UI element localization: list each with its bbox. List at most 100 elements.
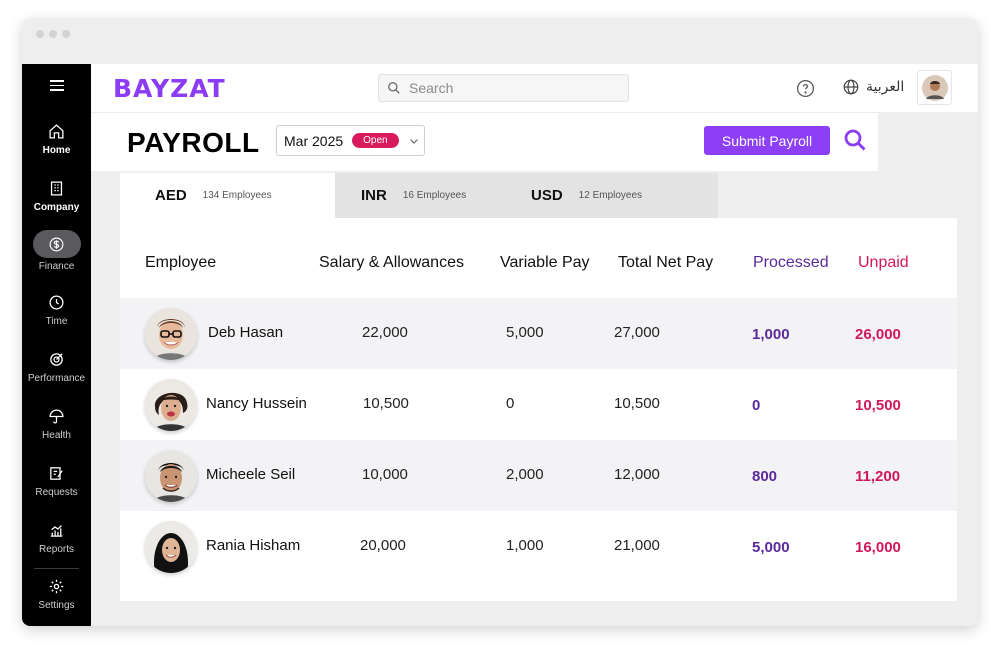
sidebar-item-settings[interactable]: Settings bbox=[22, 576, 91, 611]
gear-icon bbox=[47, 576, 67, 596]
column-header-total: Total Net Pay bbox=[618, 254, 714, 271]
period-value: Mar 2025 bbox=[284, 132, 344, 149]
globe-icon bbox=[843, 79, 859, 95]
sidebar-item-company[interactable]: Company bbox=[22, 178, 91, 213]
sidebar-item-label: Company bbox=[33, 202, 80, 213]
unpaid-value: 16,000 bbox=[855, 539, 901, 556]
tab-count: 16 Employees bbox=[402, 190, 467, 201]
app-window: Home Company Finance Time Performance He… bbox=[22, 18, 978, 626]
column-header-salary: Salary & Allowances bbox=[319, 254, 464, 271]
tab-currency: AED bbox=[155, 187, 187, 204]
language-switch[interactable]: العربية bbox=[842, 78, 904, 96]
sidebar-item-label: Requests bbox=[35, 487, 78, 498]
total-value: 12,000 bbox=[614, 466, 660, 483]
processed-value: 1,000 bbox=[752, 326, 790, 343]
umbrella-icon bbox=[47, 406, 67, 426]
tab-inr[interactable]: INR 16 Employees bbox=[326, 173, 516, 218]
user-avatar[interactable] bbox=[917, 70, 952, 105]
sidebar-item-performance[interactable]: Performance bbox=[22, 349, 91, 384]
column-header-variable: Variable Pay bbox=[500, 254, 590, 271]
tab-usd[interactable]: USD 12 Employees bbox=[496, 173, 716, 218]
salary-value: 10,000 bbox=[362, 466, 408, 483]
sidebar-item-finance[interactable]: Finance bbox=[22, 230, 91, 272]
top-bar: BAYZAT العربية bbox=[91, 64, 978, 113]
sidebar-item-time[interactable]: Time bbox=[22, 292, 91, 327]
tab-currency: INR bbox=[361, 187, 387, 204]
unpaid-value: 26,000 bbox=[855, 326, 901, 343]
variable-value: 1,000 bbox=[506, 537, 544, 554]
table-row[interactable]: Nancy Hussein 10,500 0 10,500 0 10,500 bbox=[120, 369, 957, 440]
chevron-down-icon bbox=[409, 138, 418, 144]
status-badge: Open bbox=[352, 133, 399, 148]
table-row[interactable]: Deb Hasan 22,000 5,000 27,000 1,000 26,0… bbox=[120, 298, 957, 369]
sidebar-divider bbox=[34, 568, 79, 569]
target-icon bbox=[47, 349, 67, 369]
window-controls bbox=[36, 30, 70, 38]
help-icon[interactable] bbox=[796, 79, 815, 103]
processed-value: 800 bbox=[752, 468, 778, 485]
salary-value: 10,500 bbox=[363, 395, 409, 412]
column-header-processed: Processed bbox=[753, 254, 829, 271]
clock-icon bbox=[47, 292, 67, 312]
total-value: 10,500 bbox=[614, 395, 660, 412]
home-icon bbox=[47, 121, 67, 141]
dollar-icon bbox=[32, 230, 81, 258]
hamburger-menu-icon[interactable] bbox=[50, 80, 64, 91]
sidebar-item-label: Finance bbox=[38, 261, 75, 272]
unpaid-value: 10,500 bbox=[855, 397, 901, 414]
column-header-employee: Employee bbox=[145, 254, 217, 271]
sidebar-item-label: Time bbox=[45, 316, 68, 327]
window-dot[interactable] bbox=[62, 30, 70, 38]
sidebar-item-label: Home bbox=[42, 145, 71, 156]
employee-name: Rania Hisham bbox=[206, 537, 301, 554]
employee-photo bbox=[145, 308, 197, 360]
sidebar-item-requests[interactable]: Requests bbox=[22, 463, 91, 498]
sidebar-item-home[interactable]: Home bbox=[22, 121, 91, 156]
window-dot[interactable] bbox=[36, 30, 44, 38]
payroll-header: PAYROLL Mar 2025 Open Submit Payroll bbox=[91, 113, 878, 171]
table-row[interactable]: Micheele Seil 10,000 2,000 12,000 800 11… bbox=[120, 440, 957, 511]
submit-payroll-button[interactable]: Submit Payroll bbox=[704, 126, 830, 155]
sidebar: Home Company Finance Time Performance He… bbox=[22, 64, 91, 626]
total-value: 27,000 bbox=[614, 324, 660, 341]
employee-name: Nancy Hussein bbox=[206, 395, 307, 412]
currency-tabs: AED 134 Employees INR 16 Employees USD 1… bbox=[120, 173, 718, 218]
employee-photo bbox=[145, 379, 197, 431]
sidebar-item-reports[interactable]: Reports bbox=[22, 520, 91, 555]
search-icon[interactable] bbox=[843, 128, 867, 157]
language-label: العربية bbox=[866, 79, 905, 95]
sidebar-item-health[interactable]: Health bbox=[22, 406, 91, 441]
bayzat-logo[interactable]: BAYZAT bbox=[113, 74, 226, 103]
variable-value: 5,000 bbox=[506, 324, 544, 341]
sidebar-item-label: Reports bbox=[38, 544, 74, 555]
salary-value: 22,000 bbox=[362, 324, 408, 341]
table-row[interactable]: Rania Hisham 20,000 1,000 21,000 5,000 1… bbox=[120, 511, 957, 582]
processed-value: 5,000 bbox=[752, 539, 790, 556]
employee-photo bbox=[145, 521, 197, 573]
employee-name: Micheele Seil bbox=[206, 466, 296, 483]
variable-value: 2,000 bbox=[506, 466, 544, 483]
building-icon bbox=[47, 178, 67, 198]
window-dot[interactable] bbox=[49, 30, 57, 38]
search-box[interactable] bbox=[378, 74, 629, 102]
search-icon bbox=[388, 82, 400, 94]
edit-icon bbox=[47, 463, 67, 483]
search-input[interactable] bbox=[409, 80, 609, 96]
sidebar-item-label: Settings bbox=[38, 600, 75, 611]
page-title: PAYROLL bbox=[127, 127, 260, 158]
payroll-table: Employee Salary & Allowances Variable Pa… bbox=[120, 218, 957, 601]
variable-value: 0 bbox=[506, 395, 515, 412]
employee-photo bbox=[145, 450, 197, 502]
processed-value: 0 bbox=[752, 397, 761, 414]
total-value: 21,000 bbox=[614, 537, 660, 554]
sidebar-item-label: Health bbox=[42, 430, 71, 441]
sidebar-item-label: Performance bbox=[27, 373, 86, 384]
main-area: BAYZAT العربية PAYROLL Mar 2025 Open bbox=[91, 64, 978, 626]
period-select[interactable]: Mar 2025 Open bbox=[276, 125, 425, 156]
salary-value: 20,000 bbox=[360, 537, 406, 554]
tab-count: 134 Employees bbox=[202, 190, 272, 201]
chart-icon bbox=[47, 520, 67, 540]
unpaid-value: 11,200 bbox=[855, 468, 901, 485]
column-header-unpaid: Unpaid bbox=[858, 254, 909, 271]
tab-aed[interactable]: AED 134 Employees bbox=[120, 173, 335, 218]
